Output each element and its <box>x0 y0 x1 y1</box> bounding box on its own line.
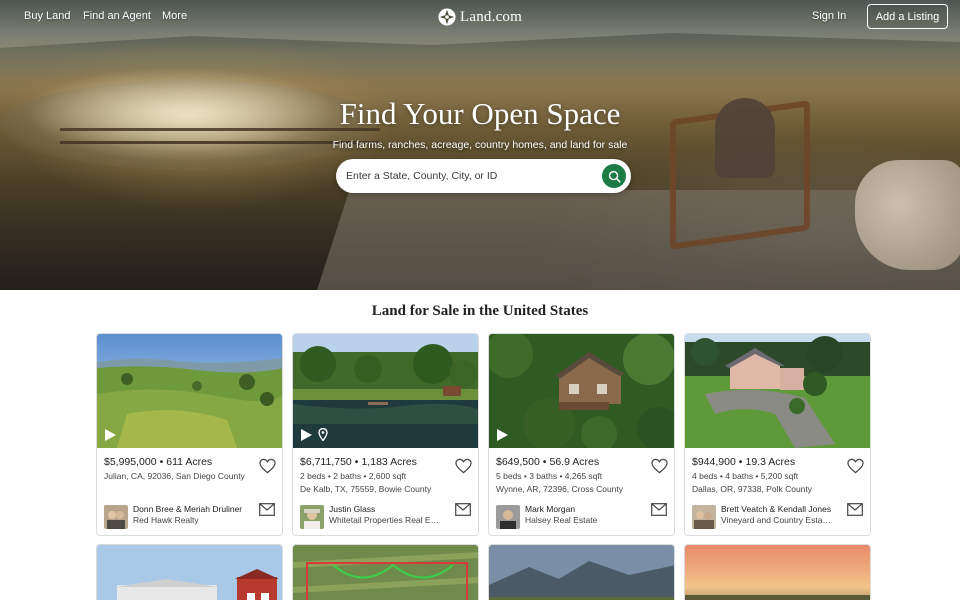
hero-subtitle: Find farms, ranches, acreage, country ho… <box>332 139 628 151</box>
listing-card[interactable] <box>684 544 871 600</box>
agent-name[interactable]: Brett Veatch & Kendall Jones <box>721 504 833 514</box>
listing-acres: 56.9 Acres <box>549 456 600 468</box>
listing-photo-image <box>489 334 674 448</box>
separator-dot: • <box>159 456 164 468</box>
agent-name[interactable]: Justin Glass <box>329 504 441 514</box>
logo-mark-icon <box>438 8 456 26</box>
listing-price: $649,500 <box>496 456 540 468</box>
separator-dot: • <box>738 456 743 468</box>
separator-dot: • <box>542 456 547 468</box>
agent-firm: Red Hawk Realty <box>133 515 199 525</box>
listing-card[interactable] <box>488 544 675 600</box>
agent-avatar[interactable] <box>104 505 128 529</box>
search-icon <box>608 170 621 183</box>
listing-address: Dallas, OR, 97338, Polk County <box>692 484 813 494</box>
media-icons <box>497 429 508 441</box>
agent-firm: Halsey Real Estate <box>525 515 598 525</box>
listing-photo-image <box>685 545 870 600</box>
listing-photo[interactable] <box>97 334 282 448</box>
listing-acres: 19.3 Acres <box>745 456 796 468</box>
listing-price-acres: $6,711,750 • 1,183 Acres <box>300 456 417 468</box>
listing-acres: 611 Acres <box>166 456 213 468</box>
listing-price: $6,711,750 <box>300 456 352 468</box>
listing-card[interactable]: $649,500 • 56.9 Acres 5 beds • 3 baths • 4… <box>488 333 675 536</box>
separator-dot: • <box>354 456 359 468</box>
listing-card[interactable]: $6,711,750 • 1,183 Acres 2 beds • 2 baths … <box>292 333 479 536</box>
listing-details: 4 beds • 4 baths • 5,200 sqft <box>692 471 799 481</box>
mail-icon[interactable] <box>651 503 667 516</box>
hero-rocks <box>855 160 960 270</box>
nav-more[interactable]: More <box>162 10 187 22</box>
add-listing-button[interactable]: Add a Listing <box>867 4 948 29</box>
section-title: Land for Sale in the United States <box>371 303 589 319</box>
listing-price-acres: $944,900 • 19.3 Acres <box>692 456 795 468</box>
agent-name[interactable]: Donn Bree & Meriah Druliner <box>133 504 245 514</box>
mail-icon[interactable] <box>455 503 471 516</box>
search-bar <box>336 159 631 193</box>
listing-photo-image <box>97 334 282 448</box>
listing-details: 5 beds • 3 baths • 4,265 sqft <box>496 471 603 481</box>
heart-icon[interactable] <box>259 458 276 474</box>
listing-price-acres: $649,500 • 56.9 Acres <box>496 456 599 468</box>
search-button[interactable] <box>602 164 626 188</box>
mail-icon[interactable] <box>259 503 275 516</box>
listing-photo-image <box>489 545 674 600</box>
logo-text: Land.com <box>460 8 522 25</box>
listing-card[interactable] <box>292 544 479 600</box>
site-logo[interactable]: Land.com <box>438 7 522 27</box>
listing-address: Wynne, AR, 72396, Cross County <box>496 484 624 494</box>
media-icons <box>301 428 328 441</box>
heart-icon[interactable] <box>847 458 864 474</box>
mail-icon[interactable] <box>847 503 863 516</box>
listing-acres: 1,183 Acres <box>361 456 417 468</box>
media-icons <box>105 429 116 441</box>
agent-avatar[interactable] <box>692 505 716 529</box>
heart-icon[interactable] <box>455 458 472 474</box>
listing-photo[interactable] <box>489 334 674 448</box>
listing-address: De Kalb, TX, 75559, Bowie County <box>300 484 432 494</box>
top-nav: Buy Land Find an Agent More Land.com Sig… <box>0 0 960 34</box>
listing-photo-image <box>293 545 478 600</box>
hero-title: Find Your Open Space <box>339 96 621 131</box>
agent-avatar[interactable] <box>300 505 324 529</box>
listing-photo-image <box>685 334 870 448</box>
listing-photo-image <box>97 545 282 600</box>
search-input[interactable] <box>346 167 596 185</box>
listing-photo[interactable] <box>293 334 478 448</box>
agent-name[interactable]: Mark Morgan <box>525 504 637 514</box>
listing-price: $944,900 <box>692 456 736 468</box>
listing-address: Julian, CA, 92036, San Diego County <box>104 471 245 481</box>
listing-card[interactable]: $5,995,000 • 611 Acres Julian, CA, 92036, … <box>96 333 283 536</box>
listing-photo[interactable] <box>685 334 870 448</box>
agent-avatar[interactable] <box>496 505 520 529</box>
listing-price-acres: $5,995,000 • 611 Acres <box>104 456 212 468</box>
map-pin-icon[interactable] <box>318 428 328 441</box>
listing-card[interactable]: $944,900 • 19.3 Acres 4 beds • 4 baths • 5… <box>684 333 871 536</box>
agent-firm: Whitetail Properties Real Est... <box>329 515 441 525</box>
listing-card[interactable] <box>96 544 283 600</box>
nav-find-agent[interactable]: Find an Agent <box>83 10 151 22</box>
sign-in-link[interactable]: Sign In <box>812 10 846 22</box>
heart-icon[interactable] <box>651 458 668 474</box>
agent-firm: Vineyard and Country Estate... <box>721 515 833 525</box>
play-icon[interactable] <box>301 428 312 441</box>
play-icon[interactable] <box>105 429 116 441</box>
listing-details: 2 beds • 2 baths • 2,600 sqft <box>300 471 407 481</box>
nav-buy-land[interactable]: Buy Land <box>24 10 70 22</box>
play-icon[interactable] <box>497 429 508 441</box>
listing-price: $5,995,000 <box>104 456 157 468</box>
